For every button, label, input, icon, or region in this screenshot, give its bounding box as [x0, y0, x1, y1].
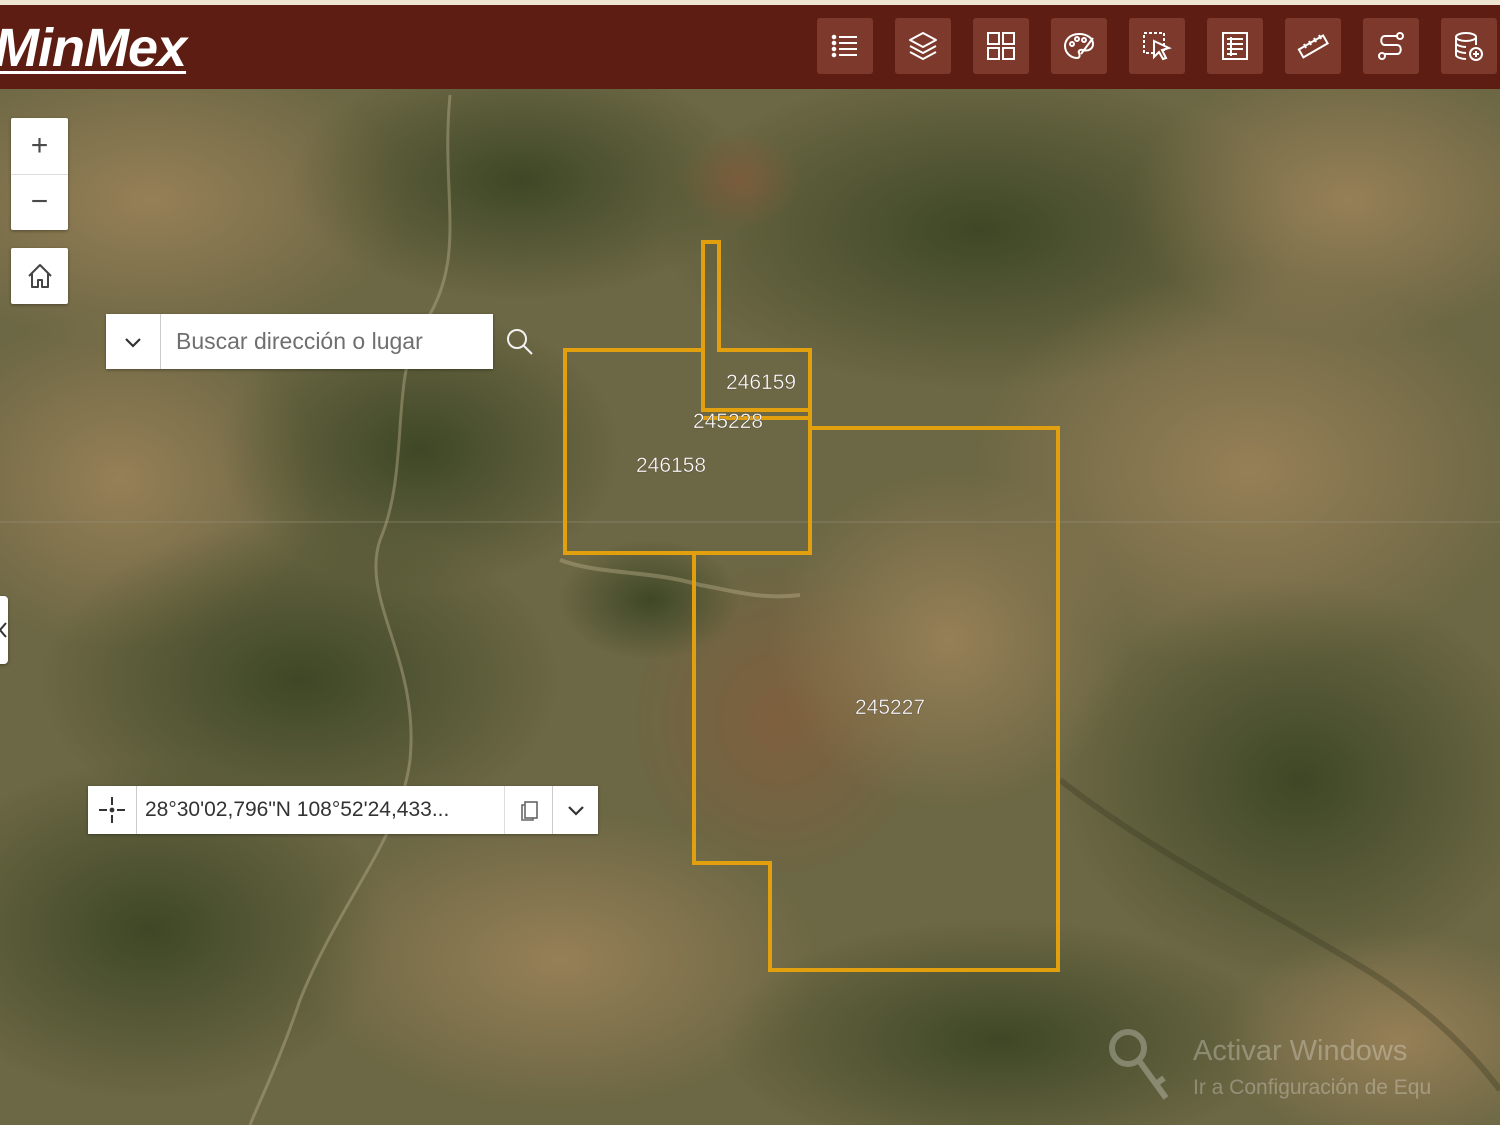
chevron-down-icon — [125, 337, 141, 348]
style-button[interactable] — [1051, 18, 1107, 74]
basemap-gallery-button[interactable] — [973, 18, 1029, 74]
coordinate-widget: 28°30'02,796"N 108°52'24,433... — [88, 786, 598, 834]
measure-button[interactable] — [1285, 18, 1341, 74]
palette-icon — [1063, 32, 1095, 60]
route-icon — [1378, 32, 1404, 60]
directions-button[interactable] — [1363, 18, 1419, 74]
satellite-imagery: 246159 245228 246158 245227 — [0, 89, 1500, 1125]
database-icon — [1455, 32, 1483, 61]
add-data-button[interactable] — [1441, 18, 1497, 74]
home-button[interactable] — [11, 248, 68, 304]
search-input[interactable] — [164, 314, 484, 369]
search-button[interactable] — [500, 322, 540, 362]
select-button[interactable] — [1129, 18, 1185, 74]
claim-label-245227: 245227 — [855, 696, 925, 719]
watermark-subtitle: Ir a Configuración de Equ — [1193, 1076, 1432, 1099]
watermark-title: Activar Windows — [1193, 1035, 1408, 1067]
select-icon — [1143, 32, 1172, 61]
zoom-in-button[interactable]: + — [11, 118, 68, 175]
windows-activation-watermark: Activar Windows Ir a Configuración de Eq… — [1100, 1020, 1500, 1120]
coordinate-options-button[interactable] — [552, 786, 599, 834]
chevron-left-icon — [0, 622, 7, 638]
map-view[interactable]: 246159 245228 246158 245227 — [0, 89, 1500, 1125]
copy-coordinate-button[interactable] — [504, 786, 553, 834]
claim-label-245228: 245228 — [693, 410, 763, 433]
zoom-control: + − — [11, 118, 68, 230]
search-source-dropdown[interactable] — [106, 314, 161, 369]
list-icon — [831, 34, 857, 58]
layers-icon — [909, 32, 937, 60]
search-widget — [106, 314, 493, 369]
legend-button[interactable] — [817, 18, 873, 74]
app-header: MinMex — [0, 5, 1500, 89]
key-icon — [1109, 1029, 1169, 1100]
claim-label-246159: 246159 — [726, 371, 796, 394]
coordinate-pick-button[interactable] — [88, 786, 137, 834]
zoom-out-button[interactable]: − — [11, 174, 68, 230]
coordinate-readout: 28°30'02,796"N 108°52'24,433... — [145, 798, 450, 821]
layers-button[interactable] — [895, 18, 951, 74]
side-panel-toggle[interactable] — [0, 596, 8, 664]
claim-label-246158: 246158 — [636, 454, 706, 477]
grid-icon — [987, 32, 1015, 60]
measure-icon — [1297, 34, 1329, 59]
attribute-table-button[interactable] — [1207, 18, 1263, 74]
chevron-down-icon — [568, 806, 584, 816]
table-icon — [1222, 32, 1248, 60]
search-icon — [507, 329, 533, 355]
crosshair-icon — [99, 797, 125, 823]
app-logo: MinMex — [0, 18, 187, 78]
copy-icon — [521, 801, 538, 821]
home-icon — [27, 264, 52, 288]
